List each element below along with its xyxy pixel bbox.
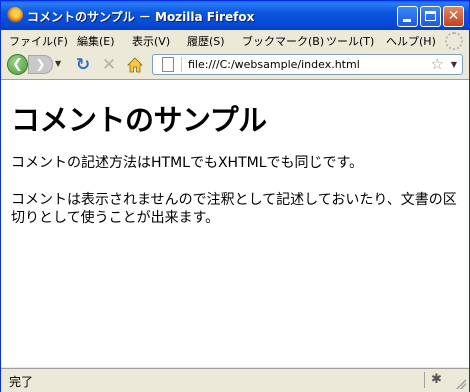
minimize-icon (403, 19, 411, 22)
menu-history[interactable]: 履歴(S) (187, 33, 225, 49)
bookmark-star-icon[interactable]: ☆ (431, 55, 444, 73)
menu-view[interactable]: 表示(V) (132, 33, 170, 49)
page-heading: コメントのサンプル (11, 103, 267, 137)
maximize-icon (425, 11, 436, 21)
reload-button[interactable]: ↻ (73, 55, 93, 75)
forward-button[interactable]: ❯ (28, 55, 53, 74)
url-input[interactable]: file:///C:/websample/index.html (188, 58, 360, 71)
page-content: コメントのサンプル コメントの記述方法はHTMLでもXHTMLでも同じです。 コ… (1, 80, 469, 367)
address-bar[interactable]: file:///C:/websample/index.html ☆ ▼ (152, 54, 463, 75)
browser-window: コメントのサンプル － Mozilla Firefox ✕ ファイル(F) 編集… (0, 0, 470, 392)
close-icon: ✕ (447, 8, 460, 24)
throbber-icon (445, 32, 463, 50)
resize-grip[interactable] (456, 379, 466, 389)
menu-tools[interactable]: ツール(T) (326, 33, 374, 49)
close-button[interactable]: ✕ (443, 6, 464, 27)
history-dropdown-icon[interactable]: ▼ (55, 59, 61, 68)
status-text: 完了 (9, 375, 34, 389)
menu-bookmarks[interactable]: ブックマーク(B) (242, 33, 324, 49)
firefox-icon (7, 7, 23, 23)
stop-button[interactable]: ✕ (99, 55, 119, 75)
url-divider (181, 57, 182, 72)
home-icon (127, 57, 143, 73)
maximize-button[interactable] (420, 6, 441, 27)
menu-bar: ファイル(F) 編集(E) 表示(V) 履歴(S) ブックマーク(B) ツール(… (1, 30, 469, 50)
status-divider (424, 372, 425, 388)
minimize-button[interactable] (397, 6, 418, 27)
bug-icon[interactable]: ✱ (431, 372, 442, 387)
home-button[interactable] (125, 55, 145, 75)
title-bar[interactable]: コメントのサンプル － Mozilla Firefox ✕ (1, 1, 469, 30)
paragraph-1: コメントの記述方法はHTMLでもXHTMLでも同じです。 (11, 155, 364, 171)
paragraph-2: コメントは表示されませんので注釈として記述しておいたり、文書の区切りとして使うこ… (11, 192, 457, 226)
menu-file[interactable]: ファイル(F) (9, 33, 68, 49)
navigation-toolbar: ❮ ❯ ▼ ↻ ✕ file:///C:/websample/index.htm… (1, 51, 469, 80)
status-bar: 完了 ✱ (1, 368, 469, 392)
page-icon (162, 57, 174, 72)
window-title: コメントのサンプル － Mozilla Firefox (27, 10, 255, 24)
back-button[interactable]: ❮ (7, 54, 28, 75)
menu-help[interactable]: ヘルプ(H) (386, 33, 436, 49)
menu-edit[interactable]: 編集(E) (77, 33, 115, 49)
url-dropdown-icon[interactable]: ▼ (451, 60, 457, 69)
